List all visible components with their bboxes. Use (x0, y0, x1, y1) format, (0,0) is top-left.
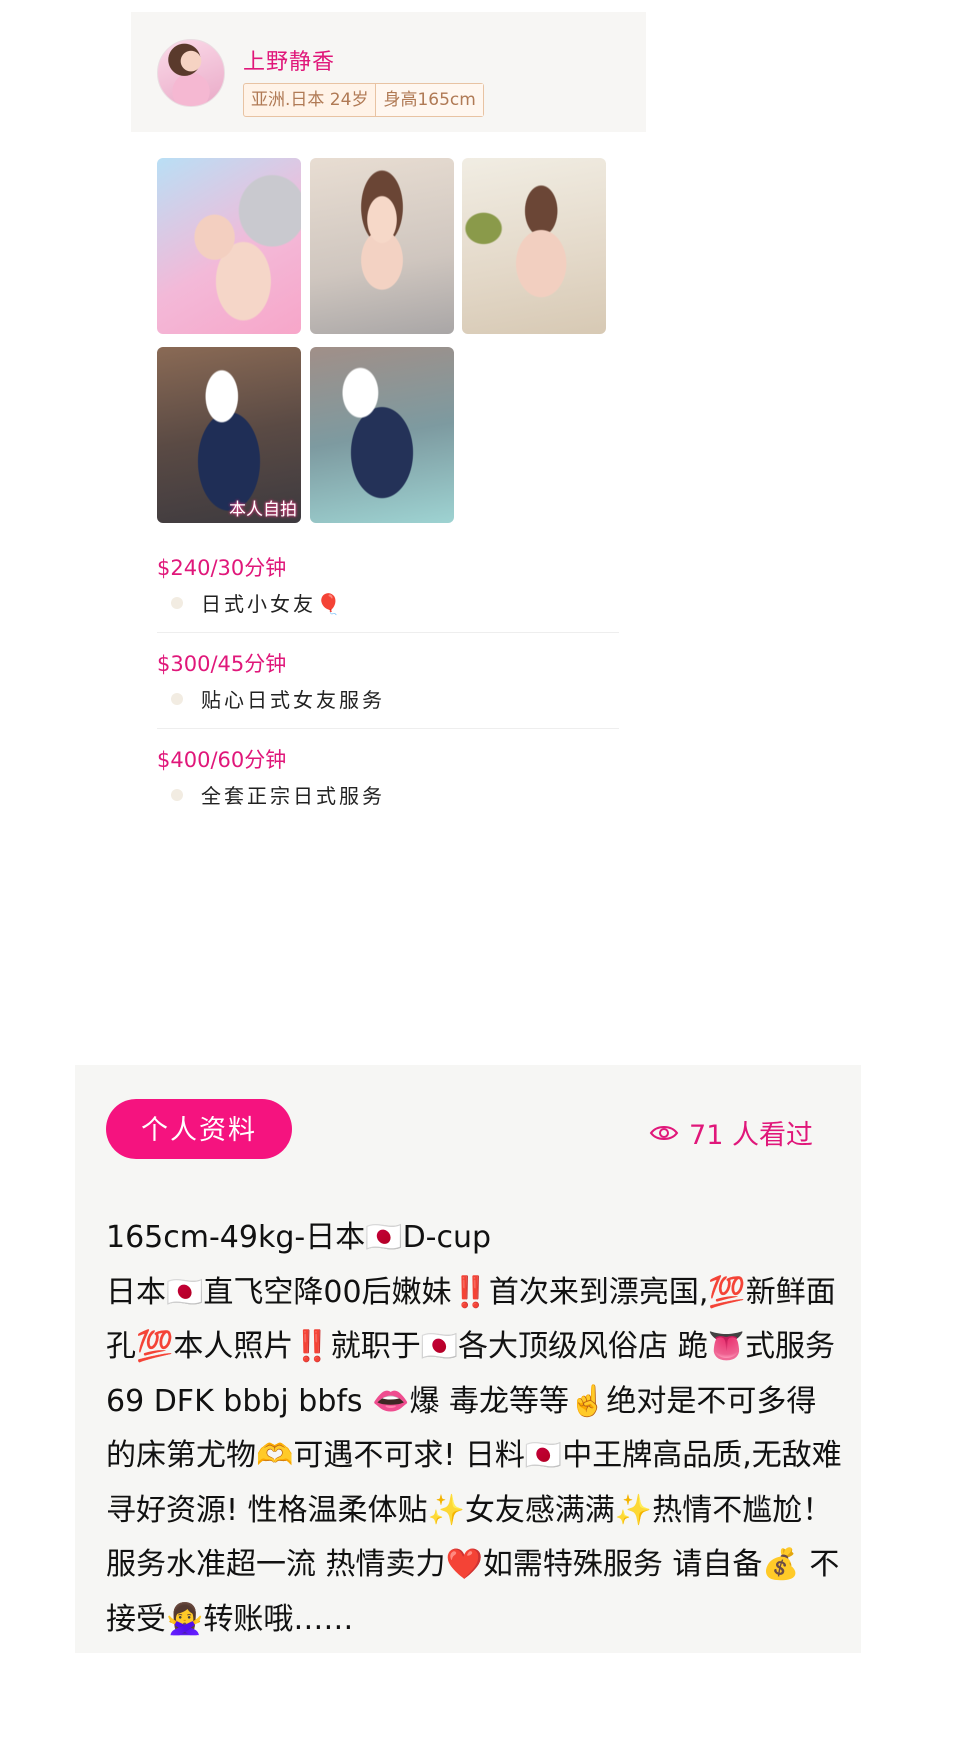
view-count: 71 人看过 (649, 1113, 813, 1152)
profile-name[interactable]: 上野静香 (243, 44, 335, 76)
price-label: $400/60分钟 (157, 748, 287, 772)
photo-thumbnail[interactable] (157, 158, 301, 334)
divider (157, 632, 619, 633)
about-card: 个人资料 71 人看过 165cm-49kg-日本🇯🇵D-cup 日本🇯🇵直飞空… (75, 1065, 861, 1653)
service-line: 贴心日式女友服务 (157, 684, 619, 713)
service-line: 全套正宗日式服务 (157, 780, 619, 809)
bullet-icon (171, 788, 183, 801)
location-age-tag: 亚洲.日本 24岁 (251, 90, 369, 110)
service-label: 贴心日式女友服务 (201, 688, 385, 712)
price-label: $240/30分钟 (157, 556, 287, 580)
page: 上野静香 亚洲.日本 24岁 身高165cm 本人自拍 $240/30分钟 日式… (0, 0, 980, 1743)
view-count-label: 71 人看过 (689, 1120, 813, 1151)
bullet-icon (171, 596, 183, 609)
photo-thumbnail[interactable] (310, 347, 454, 523)
about-description: 165cm-49kg-日本🇯🇵D-cup 日本🇯🇵直飞空降00后嫩妹‼️首次来到… (106, 1220, 842, 1637)
price-item: $240/30分钟 日式小女友🎈 (157, 554, 619, 617)
service-line: 日式小女友🎈 (157, 588, 619, 617)
photo-caption: 本人自拍 (229, 500, 297, 520)
eye-icon (649, 1125, 679, 1140)
avatar[interactable] (157, 39, 225, 107)
tab-profile-info[interactable]: 个人资料 (106, 1099, 292, 1159)
photo-thumbnail[interactable] (462, 158, 606, 334)
divider (157, 728, 619, 729)
profile-card: 上野静香 亚洲.日本 24岁 身高165cm (131, 12, 646, 132)
price-label: $300/45分钟 (157, 652, 287, 676)
photo-thumbnail[interactable]: 本人自拍 (157, 347, 301, 523)
service-label: 全套正宗日式服务 (201, 784, 385, 808)
photo-thumbnail[interactable] (310, 158, 454, 334)
price-item: $300/45分钟 贴心日式女友服务 (157, 650, 619, 713)
height-tag: 身高165cm (375, 84, 483, 116)
profile-tags: 亚洲.日本 24岁 身高165cm (243, 83, 484, 117)
service-label: 日式小女友🎈 (201, 592, 344, 616)
price-item: $400/60分钟 全套正宗日式服务 (157, 746, 619, 809)
bullet-icon (171, 692, 183, 705)
